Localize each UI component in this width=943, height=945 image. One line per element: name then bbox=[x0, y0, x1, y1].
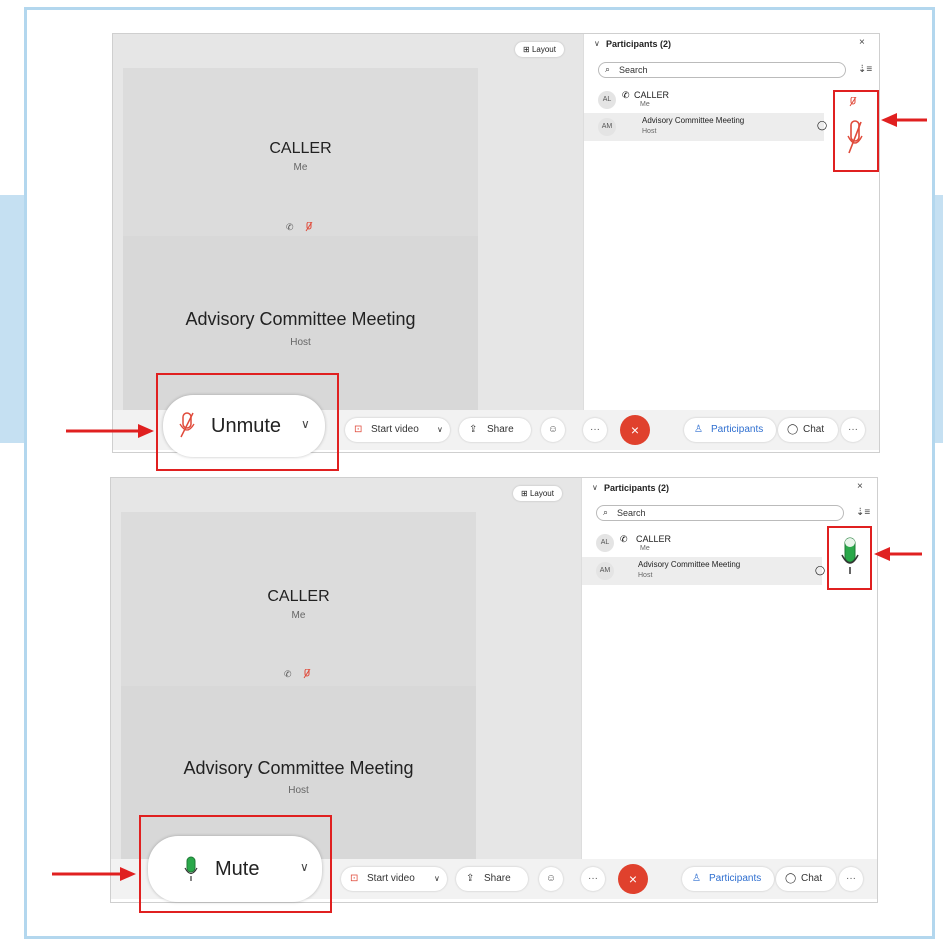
video-stage: CALLER Me ✆ Advisory Committee Meeting H… bbox=[111, 478, 581, 862]
phone-icon: ✆ bbox=[620, 534, 628, 544]
mic-muted-icon bbox=[846, 120, 864, 159]
avatar: AM bbox=[598, 118, 616, 136]
end-call-button[interactable]: × bbox=[618, 864, 648, 894]
phone-icon: ✆ bbox=[286, 222, 294, 232]
close-icon[interactable]: × bbox=[859, 37, 865, 48]
start-video-label: Start video bbox=[367, 873, 415, 884]
participant-name: Advisory Committee Meeting bbox=[642, 116, 745, 125]
chevron-down-icon[interactable]: ∨ bbox=[594, 39, 600, 48]
pointer-arrow-icon bbox=[66, 424, 154, 438]
search-icon: ⌕ bbox=[603, 507, 609, 517]
search-placeholder: Search bbox=[617, 508, 646, 518]
highlight-box-mic-button bbox=[139, 815, 332, 913]
phone-icon: ✆ bbox=[622, 90, 630, 100]
highlight-box-mic-button bbox=[156, 373, 339, 471]
chevron-down-icon[interactable]: ∨ bbox=[434, 867, 440, 891]
chat-button[interactable]: ◯ Chat bbox=[778, 418, 838, 442]
grid-icon: ⊞ bbox=[521, 489, 528, 498]
share-label: Share bbox=[487, 424, 514, 435]
participants-title: Participants (2) bbox=[606, 39, 672, 49]
start-video-button[interactable]: ⊡ Start video ∨ bbox=[345, 418, 450, 442]
person-icon: ♙ bbox=[692, 873, 701, 884]
caller-tile-sub: Me bbox=[291, 610, 306, 621]
chevron-down-icon[interactable]: ∨ bbox=[437, 418, 443, 442]
participant-role: Me bbox=[640, 545, 650, 552]
reactions-icon[interactable]: ☺ bbox=[541, 418, 565, 442]
chat-icon: ◯ bbox=[787, 424, 799, 435]
sort-icon[interactable]: ⇣≡ bbox=[858, 64, 872, 75]
search-placeholder: Search bbox=[619, 65, 648, 75]
avatar: AL bbox=[598, 91, 616, 109]
participants-button[interactable]: ♙ Participants bbox=[682, 867, 774, 891]
end-call-button[interactable]: × bbox=[620, 415, 650, 445]
share-button[interactable]: ⇪ Share bbox=[456, 867, 528, 891]
participant-row[interactable]: AM Advisory Committee Meeting Host ◯ bbox=[584, 113, 828, 141]
layout-label: Layout bbox=[531, 45, 556, 54]
video-off-icon: ⊡ bbox=[354, 424, 363, 435]
close-icon[interactable]: × bbox=[857, 481, 863, 492]
chat-bubble-icon: ◯ bbox=[817, 120, 828, 130]
video-stage: CALLER Me ✆ Advisory Committee Meeting H… bbox=[113, 34, 583, 412]
pointer-arrow-icon bbox=[52, 867, 136, 881]
avatar: AM bbox=[596, 562, 614, 580]
participant-row[interactable]: AM Advisory Committee Meeting Host ◯ bbox=[582, 557, 826, 585]
participants-title: Participants (2) bbox=[604, 483, 670, 493]
participants-label: Participants bbox=[711, 424, 764, 435]
person-icon: ♙ bbox=[694, 424, 703, 435]
mic-muted-icon bbox=[305, 221, 313, 234]
meeting-tile-name: Advisory Committee Meeting bbox=[185, 309, 416, 329]
share-icon: ⇪ bbox=[469, 424, 478, 435]
more-options-button[interactable]: ··· bbox=[581, 867, 605, 891]
participant-role: Host bbox=[638, 572, 653, 579]
phone-icon: ✆ bbox=[284, 669, 292, 679]
pointer-arrow-icon bbox=[874, 547, 922, 561]
layout-button[interactable]: ⊞ Layout bbox=[515, 42, 564, 57]
participant-name: CALLER bbox=[634, 90, 670, 100]
chat-icon: ◯ bbox=[785, 873, 797, 884]
chat-bubble-icon: ◯ bbox=[815, 565, 826, 575]
chat-label: Chat bbox=[803, 424, 825, 435]
chat-label: Chat bbox=[801, 873, 823, 884]
caller-tile-name: CALLER bbox=[267, 588, 330, 605]
video-off-icon: ⊡ bbox=[350, 873, 359, 884]
mic-active-icon bbox=[840, 537, 860, 580]
layout-button[interactable]: ⊞ Layout bbox=[513, 486, 562, 501]
more-options-right-button[interactable]: ··· bbox=[839, 867, 863, 891]
layout-label: Layout bbox=[529, 489, 554, 498]
participant-name: Advisory Committee Meeting bbox=[638, 560, 741, 569]
participant-row[interactable]: AL ✆ CALLER Me bbox=[584, 86, 874, 114]
participant-role: Host bbox=[642, 128, 657, 135]
caller-tile-sub: Me bbox=[293, 162, 308, 173]
caller-tile-name: CALLER bbox=[269, 140, 332, 157]
chevron-down-icon[interactable]: ∨ bbox=[592, 483, 598, 492]
share-label: Share bbox=[484, 873, 511, 884]
meeting-tile-name: Advisory Committee Meeting bbox=[183, 758, 414, 778]
pointer-arrow-icon bbox=[881, 113, 927, 127]
search-input[interactable]: ⌕ Search bbox=[596, 505, 844, 521]
chat-button[interactable]: ◯ Chat bbox=[776, 867, 836, 891]
share-icon: ⇪ bbox=[466, 873, 475, 884]
caller-tile: CALLER Me ✆ bbox=[123, 68, 478, 236]
caller-tile: CALLER Me ✆ bbox=[121, 512, 476, 686]
mic-muted-icon bbox=[849, 94, 857, 112]
grid-icon: ⊞ bbox=[523, 45, 530, 54]
meeting-tile-sub: Host bbox=[290, 337, 311, 348]
participants-label: Participants bbox=[709, 873, 762, 884]
participants-button[interactable]: ♙ Participants bbox=[684, 418, 776, 442]
avatar: AL bbox=[596, 534, 614, 552]
start-video-label: Start video bbox=[371, 424, 419, 435]
search-input[interactable]: ⌕ Search bbox=[598, 62, 846, 78]
more-options-button[interactable]: ··· bbox=[583, 418, 607, 442]
more-options-right-button[interactable]: ··· bbox=[841, 418, 865, 442]
reactions-icon[interactable]: ☺ bbox=[539, 867, 563, 891]
start-video-button[interactable]: ⊡ Start video ∨ bbox=[341, 867, 447, 891]
mic-muted-icon bbox=[303, 668, 311, 681]
search-icon: ⌕ bbox=[605, 64, 611, 74]
meeting-tile-sub: Host bbox=[288, 785, 309, 796]
participant-role: Me bbox=[640, 101, 650, 108]
participant-name: CALLER bbox=[636, 534, 672, 544]
share-button[interactable]: ⇪ Share bbox=[459, 418, 531, 442]
sort-icon[interactable]: ⇣≡ bbox=[856, 507, 870, 518]
